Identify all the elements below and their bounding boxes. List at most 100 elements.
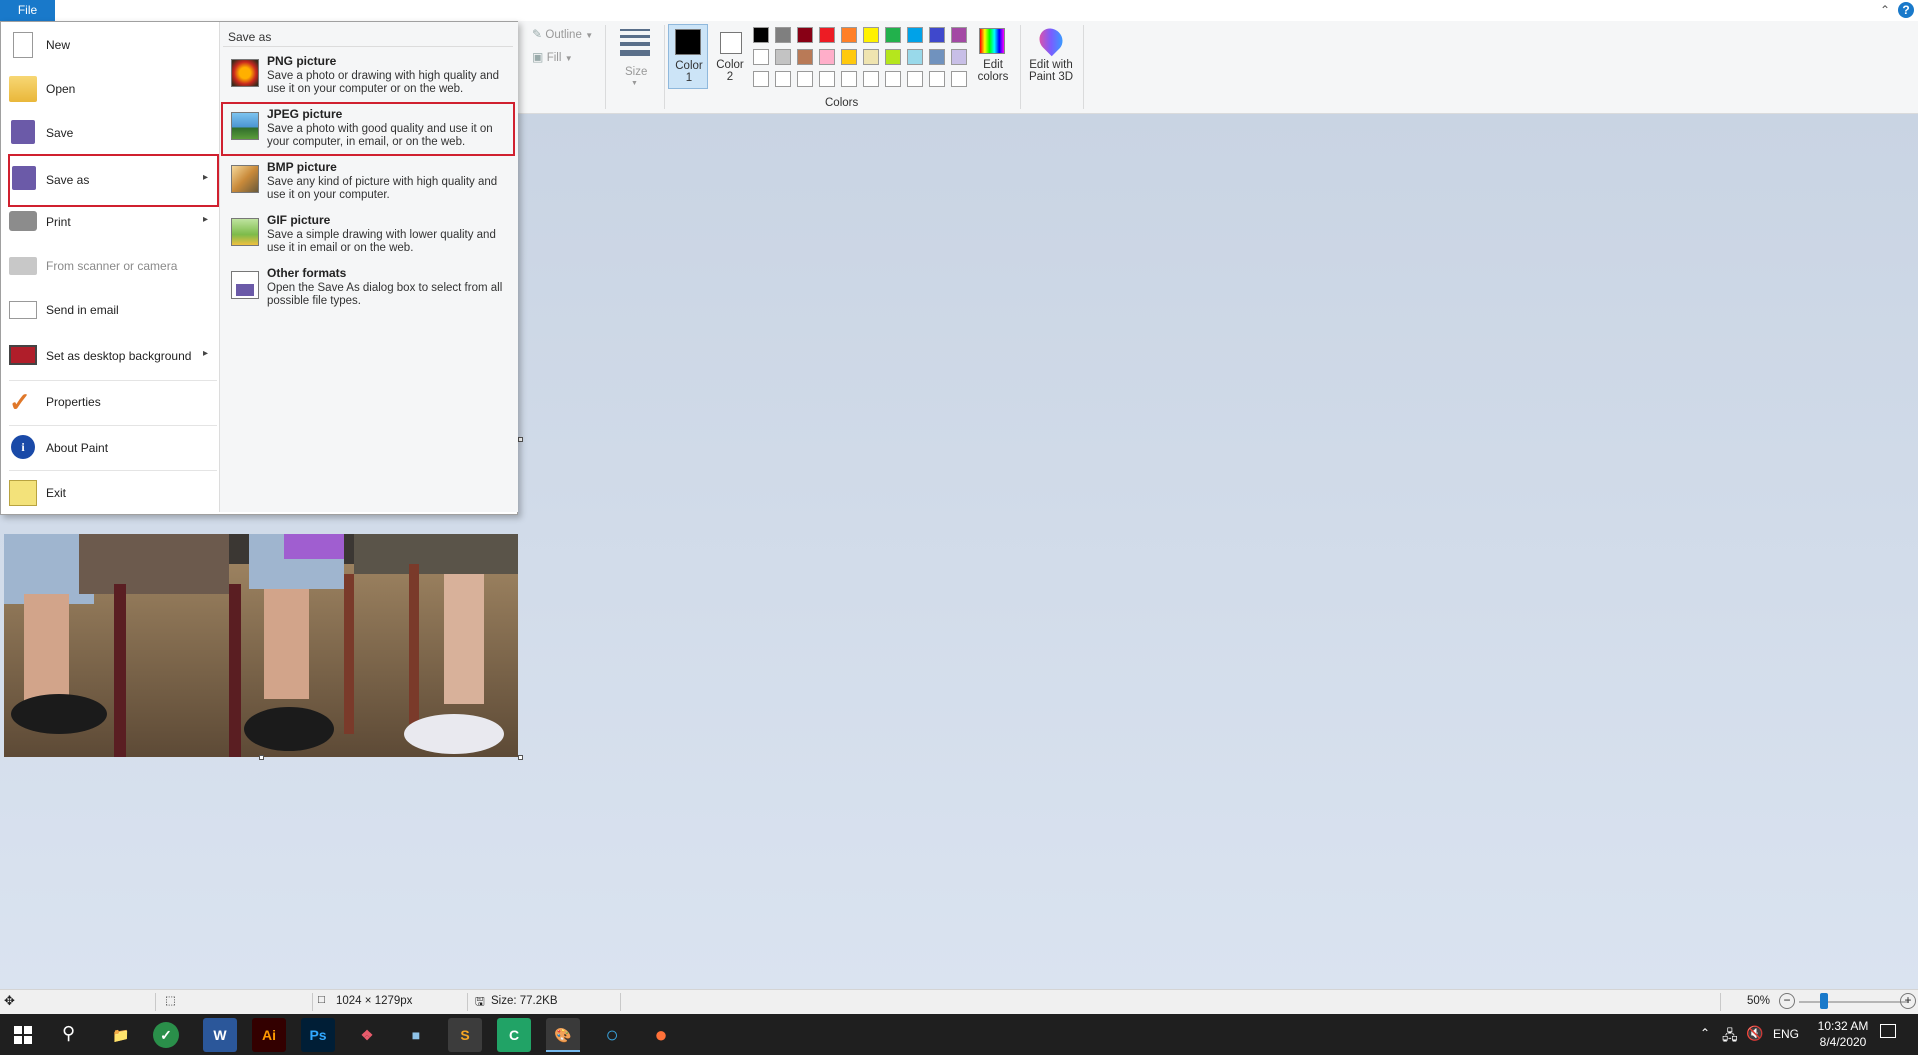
- edge-icon[interactable]: ○: [595, 1018, 629, 1052]
- color1-button[interactable]: Color 1: [668, 24, 708, 89]
- paint-icon[interactable]: 🎨: [546, 1018, 580, 1052]
- palette-swatch[interactable]: [775, 27, 791, 43]
- notifications-icon[interactable]: [1880, 1024, 1896, 1038]
- palette-swatch[interactable]: [753, 49, 769, 65]
- palette-swatch[interactable]: [863, 71, 879, 87]
- status-bar: ✥ ⬚ □ 1024 × 1279px 🖫 Size: 77.2KB 50% −…: [0, 989, 1918, 1014]
- language-indicator[interactable]: ENG: [1773, 1027, 1799, 1041]
- palette-swatch[interactable]: [819, 27, 835, 43]
- palette-swatch[interactable]: [863, 27, 879, 43]
- palette-swatch[interactable]: [819, 49, 835, 65]
- email-icon: [9, 301, 37, 319]
- menu-item-send-email[interactable]: Send in email: [1, 289, 217, 332]
- menu-item-from-scanner[interactable]: From scanner or camera: [1, 245, 217, 288]
- palette-swatch[interactable]: [907, 49, 923, 65]
- app-green-c-icon[interactable]: C: [497, 1018, 531, 1052]
- zoom-slider[interactable]: [1799, 1001, 1909, 1003]
- volume-muted-icon[interactable]: 🔇: [1746, 1025, 1763, 1042]
- color-palette: [753, 27, 973, 93]
- palette-swatch[interactable]: [797, 27, 813, 43]
- palette-swatch[interactable]: [885, 27, 901, 43]
- file-tab[interactable]: File: [0, 0, 55, 21]
- resize-handle-corner[interactable]: [518, 755, 523, 760]
- app-blue-icon[interactable]: ■: [399, 1018, 433, 1052]
- illustrator-icon[interactable]: Ai: [252, 1018, 286, 1052]
- save-as-bmp[interactable]: BMP picture Save any kind of picture wit…: [223, 157, 513, 207]
- palette-swatch[interactable]: [841, 49, 857, 65]
- collapse-ribbon-icon[interactable]: ⌃: [1877, 2, 1893, 18]
- edit-with-paint3d-button[interactable]: Edit with Paint 3D: [1025, 23, 1077, 92]
- printer-icon: [9, 211, 37, 231]
- menu-item-exit[interactable]: Exit: [1, 472, 217, 515]
- palette-swatch[interactable]: [951, 71, 967, 87]
- firefox-icon[interactable]: ●: [644, 1018, 678, 1052]
- palette-swatch[interactable]: [951, 49, 967, 65]
- zoom-in-icon[interactable]: +: [1900, 993, 1916, 1009]
- palette-swatch[interactable]: [885, 49, 901, 65]
- menu-item-new[interactable]: New: [1, 24, 217, 67]
- paint3d-icon: [1034, 23, 1068, 57]
- palette-swatch[interactable]: [775, 49, 791, 65]
- palette-swatch[interactable]: [797, 71, 813, 87]
- palette-swatch[interactable]: [907, 27, 923, 43]
- palette-swatch[interactable]: [797, 49, 813, 65]
- taskbar: ⚲ 📁 ✓ W Ai Ps ❖ ■ S C 🎨 ○ ● ⌃ 🖧 🔇 ENG 10…: [0, 1014, 1918, 1055]
- palette-swatch[interactable]: [863, 49, 879, 65]
- outline-button[interactable]: ✎ Outline ▼: [532, 27, 593, 41]
- exit-icon: [9, 480, 37, 506]
- menu-item-print[interactable]: Print ▸: [1, 201, 217, 244]
- palette-swatch[interactable]: [929, 49, 945, 65]
- zoom-out-icon[interactable]: −: [1779, 993, 1795, 1009]
- chevron-down-icon: ▼: [564, 54, 573, 63]
- palette-swatch[interactable]: [775, 71, 791, 87]
- canvas-image[interactable]: [4, 534, 518, 757]
- word-icon[interactable]: W: [203, 1018, 237, 1052]
- app-green-icon[interactable]: ✓: [153, 1022, 179, 1048]
- fill-button[interactable]: ▣ Fill ▼: [532, 50, 573, 64]
- resize-handle-bottom[interactable]: [259, 755, 264, 760]
- palette-swatch[interactable]: [841, 71, 857, 87]
- save-as-jpeg[interactable]: JPEG picture Save a photo with good qual…: [221, 102, 515, 156]
- resize-handle-right[interactable]: [518, 437, 523, 442]
- palette-swatch[interactable]: [929, 71, 945, 87]
- color2-button[interactable]: Color 2: [710, 24, 750, 89]
- save-as-png[interactable]: PNG picture Save a photo or drawing with…: [223, 51, 513, 101]
- app-pink-icon[interactable]: ❖: [350, 1018, 384, 1052]
- search-icon[interactable]: ⚲: [62, 1023, 75, 1044]
- palette-swatch[interactable]: [819, 71, 835, 87]
- palette-swatch[interactable]: [951, 27, 967, 43]
- palette-swatch[interactable]: [929, 27, 945, 43]
- selection-size-icon: ⬚: [165, 995, 176, 1007]
- save-as-other-formats[interactable]: Other formats Open the Save As dialog bo…: [223, 263, 513, 313]
- checkmark-icon: ✓: [9, 387, 31, 417]
- help-icon[interactable]: ?: [1898, 2, 1914, 18]
- image-dimensions: 1024 × 1279px: [336, 995, 413, 1007]
- bmp-picture-icon: [231, 165, 259, 193]
- save-as-gif[interactable]: GIF picture Save a simple drawing with l…: [223, 210, 513, 260]
- network-icon[interactable]: 🖧: [1722, 1025, 1738, 1049]
- palette-swatch[interactable]: [841, 27, 857, 43]
- menu-item-save[interactable]: Save: [1, 112, 217, 155]
- palette-swatch[interactable]: [907, 71, 923, 87]
- size-button[interactable]: Size ▼: [617, 25, 653, 87]
- palette-swatch[interactable]: [753, 27, 769, 43]
- zoom-slider-thumb[interactable]: [1820, 993, 1828, 1009]
- palette-swatch[interactable]: [885, 71, 901, 87]
- color-spectrum-icon: [979, 28, 1005, 54]
- fill-bucket-icon: ▣: [532, 50, 544, 64]
- clock-date: 8/4/2020: [1819, 1035, 1867, 1049]
- menu-item-save-as[interactable]: Save as ▸: [8, 154, 219, 207]
- chevron-up-icon[interactable]: ⌃: [1700, 1026, 1710, 1040]
- menu-item-desktop-background[interactable]: Set as desktop background ▸: [1, 335, 217, 378]
- file-explorer-icon[interactable]: 📁: [104, 1018, 138, 1052]
- edit-colors-button[interactable]: Edit colors: [974, 24, 1012, 92]
- menu-item-about[interactable]: i About Paint: [1, 427, 217, 470]
- clock[interactable]: 10:32 AM 8/4/2020: [1808, 1018, 1878, 1050]
- photoshop-icon[interactable]: Ps: [301, 1018, 335, 1052]
- sublime-text-icon[interactable]: S: [448, 1018, 482, 1052]
- palette-swatch[interactable]: [753, 71, 769, 87]
- windows-start-icon[interactable]: [14, 1026, 32, 1044]
- menu-item-open[interactable]: Open: [1, 68, 217, 111]
- photo-legs-and-chairs: [4, 534, 518, 757]
- menu-item-properties[interactable]: ✓ Properties: [1, 381, 217, 424]
